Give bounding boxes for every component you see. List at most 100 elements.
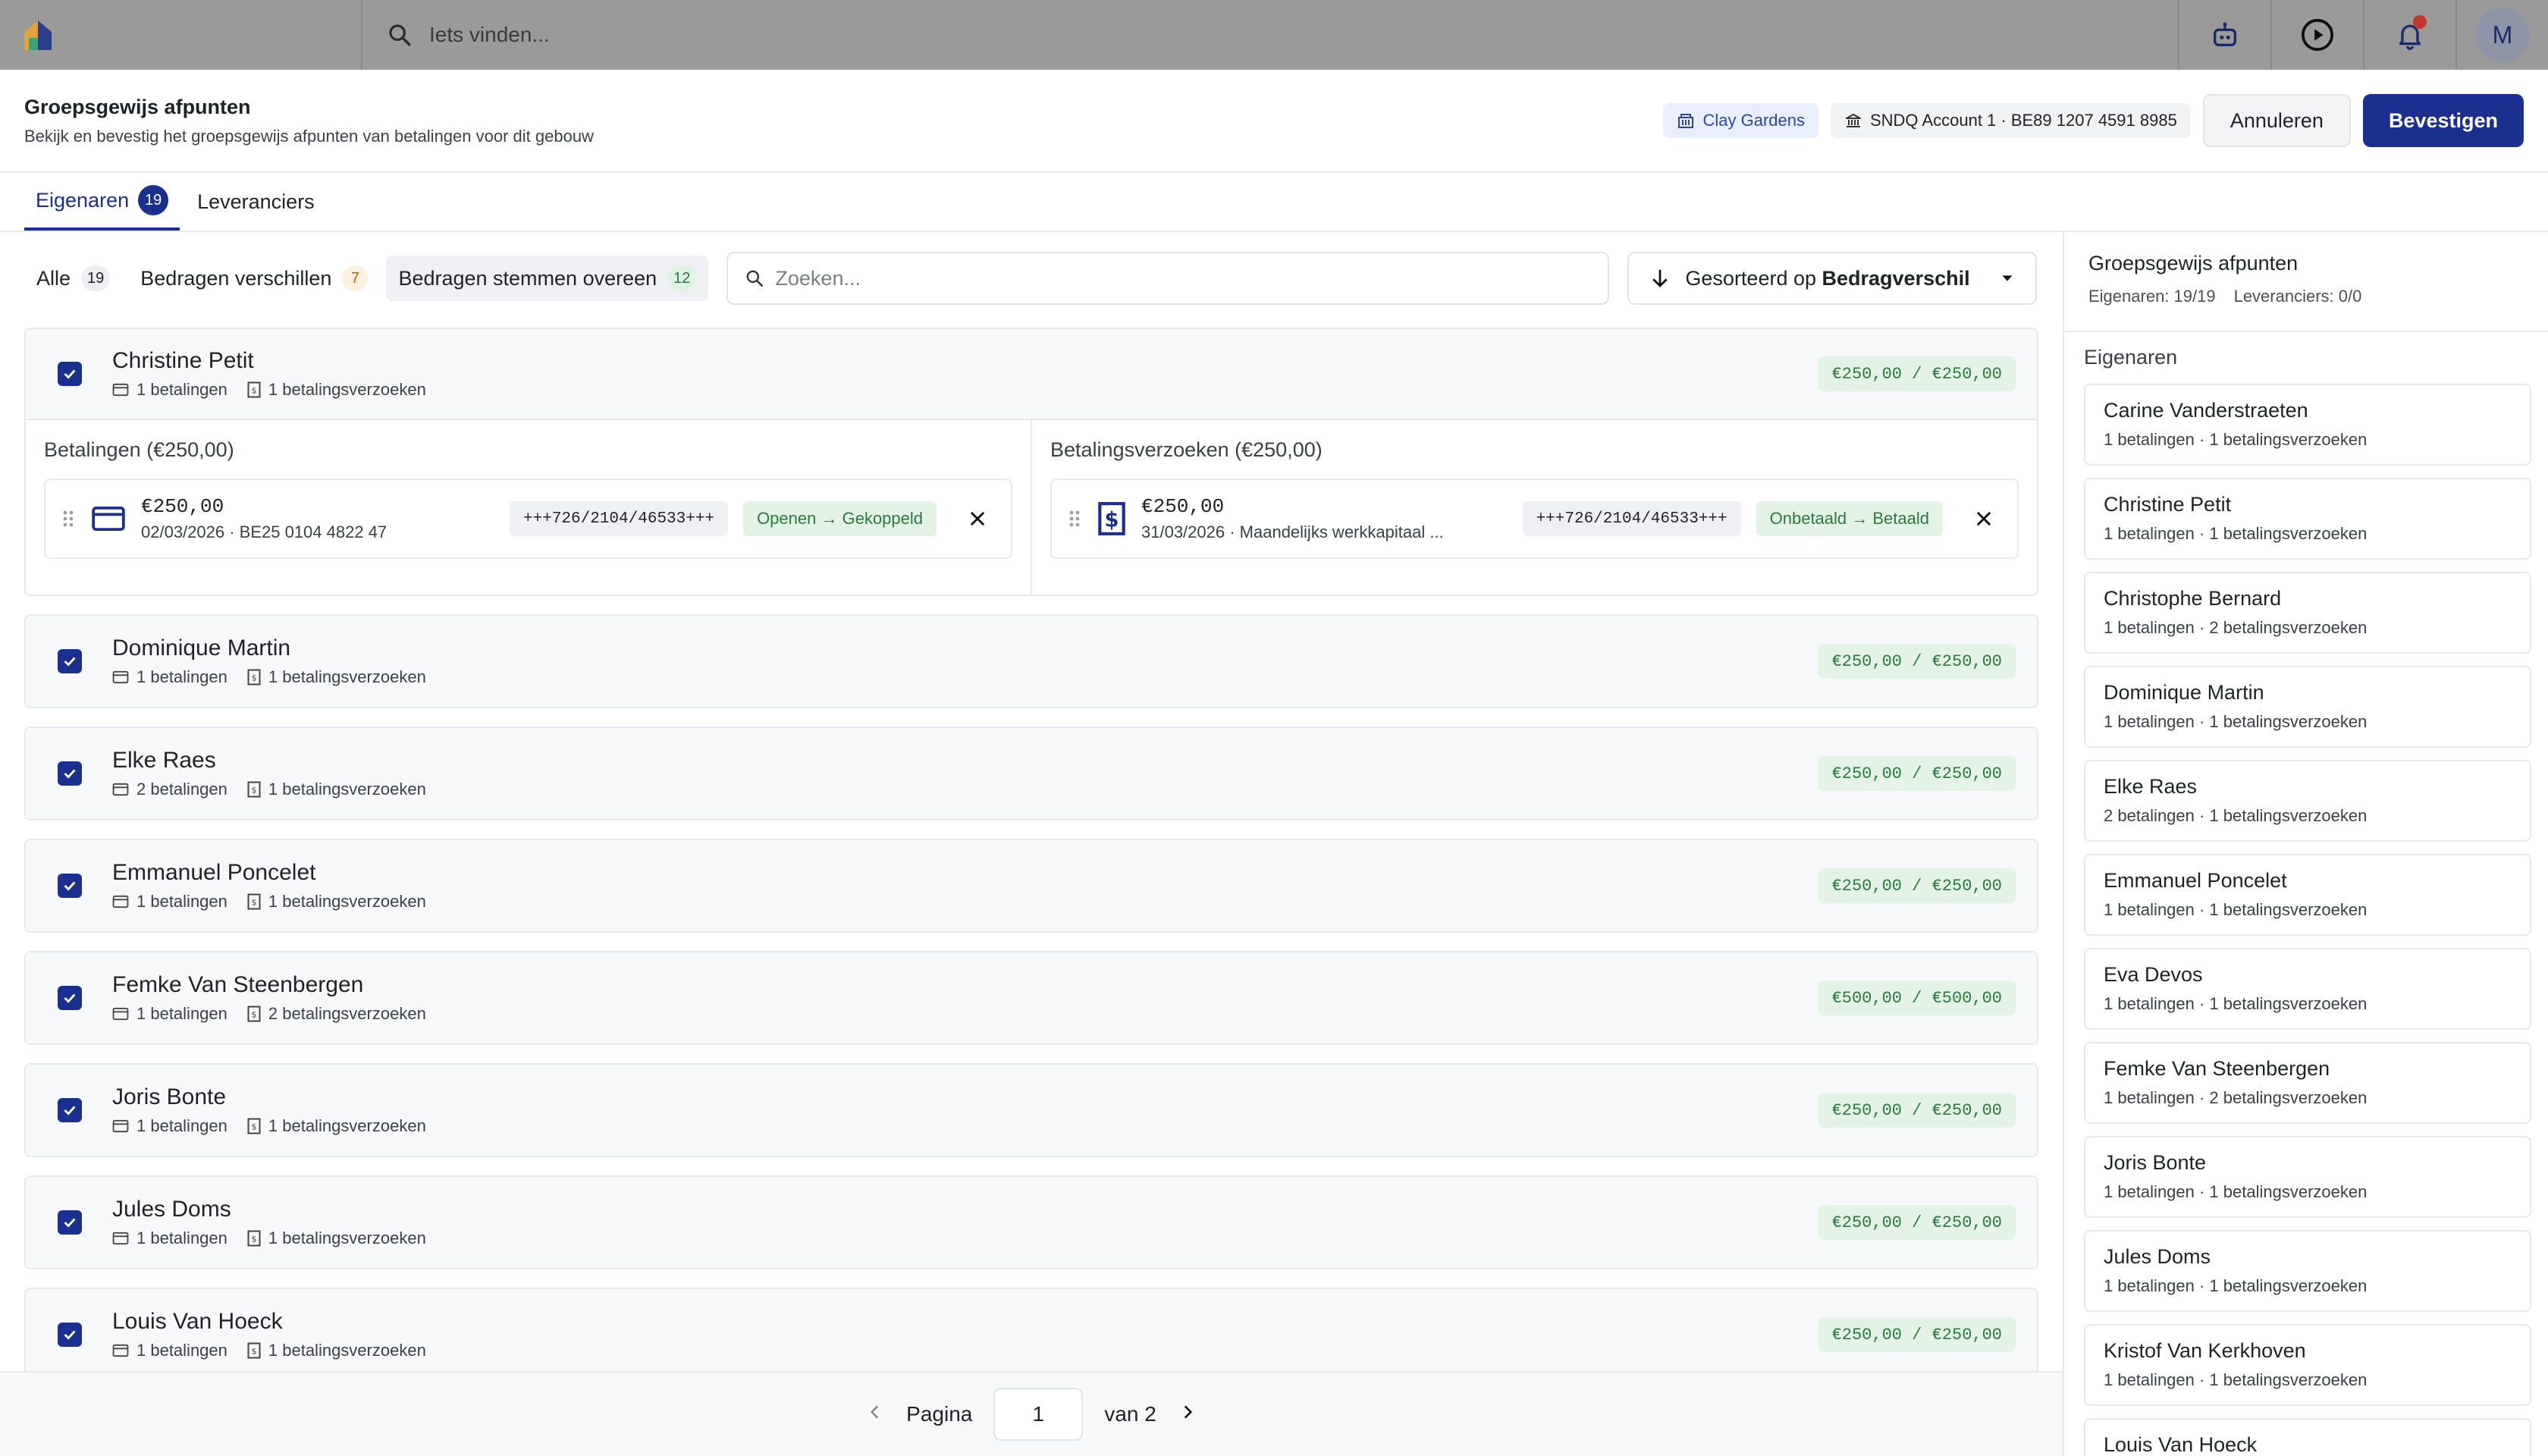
sidebar-owner-meta: 1 betalingen · 1 betalingsverzoeken bbox=[2104, 430, 2368, 449]
sidebar-owner-item[interactable]: Dominique Martin 1 betalingen · 1 betalin… bbox=[2084, 666, 2531, 748]
sidebar-owner-name: Emmanuel Poncelet bbox=[2104, 869, 2287, 892]
payments-count-label: 1 betalingen bbox=[136, 380, 228, 399]
requests-count: $1 betalingsverzoeken bbox=[247, 667, 426, 687]
owner-card-header[interactable]: Elke Raes 2 betalingen $1 betalingsverzoek… bbox=[26, 728, 2037, 819]
owner-card-header[interactable]: Joris Bonte 1 betalingen $1 betalingsverzo… bbox=[26, 1065, 2037, 1156]
house-logo-icon bbox=[24, 20, 52, 50]
close-icon bbox=[970, 511, 985, 526]
credit-card-icon bbox=[112, 1232, 129, 1245]
owner-card-header[interactable]: Christine Petit 1 betalingen $ 1 betalin… bbox=[26, 329, 2037, 420]
search-icon bbox=[389, 24, 411, 46]
sidebar-owner-item[interactable]: Kristof Van Kerkhoven 1 betalingen · 1 be… bbox=[2084, 1324, 2531, 1406]
user-menu-button[interactable]: M bbox=[2455, 0, 2548, 70]
payments-count-label: 1 betalingen bbox=[136, 667, 228, 686]
check-icon bbox=[64, 369, 76, 379]
building-chip[interactable]: Clay Gardens bbox=[1663, 103, 1818, 138]
svg-text:$: $ bbox=[251, 1122, 256, 1132]
global-search[interactable]: Iets vinden... bbox=[362, 0, 2178, 70]
owner-checkbox[interactable] bbox=[58, 649, 82, 673]
sidebar-owner-item[interactable]: Jules Doms 1 betalingen · 1 betalingsverz… bbox=[2084, 1230, 2531, 1312]
bank-icon bbox=[1845, 114, 1861, 127]
sidebar-owner-item[interactable]: Christophe Bernard 1 betalingen · 2 betal… bbox=[2084, 572, 2531, 654]
owner-card-header[interactable]: Louis Van Hoeck 1 betalingen $1 betalingsv… bbox=[26, 1289, 2037, 1371]
sidebar-owner-meta: 1 betalingen · 1 betalingsverzoeken bbox=[2104, 994, 2368, 1013]
filter-amounts-match[interactable]: Bedragen stemmen overeen 12 bbox=[386, 256, 709, 301]
sidebar-owner-item[interactable]: Emmanuel Poncelet 1 betalingen · 1 betali… bbox=[2084, 854, 2531, 936]
sidebar-owner-item[interactable]: Louis Van Hoeck1 betalingen · 1 betaling… bbox=[2084, 1418, 2531, 1456]
assistant-button[interactable] bbox=[2178, 0, 2270, 70]
invoice-icon: $ bbox=[247, 381, 261, 398]
svg-text:$: $ bbox=[251, 1235, 256, 1244]
bank-account-label: SNDQ Account 1 · BE89 1207 4591 8985 bbox=[1869, 111, 2177, 130]
requests-title: Betalingsverzoeken (€250,00) bbox=[1050, 438, 1323, 461]
page-number-input[interactable]: 1 bbox=[993, 1388, 1084, 1441]
remove-payment-button[interactable] bbox=[961, 502, 994, 535]
payments-count-label: 1 betalingen bbox=[136, 1116, 228, 1135]
confirm-button[interactable]: Bevestigen bbox=[2362, 94, 2524, 147]
credit-card-icon bbox=[112, 383, 129, 397]
app-logo[interactable] bbox=[0, 0, 362, 70]
owner-card-header[interactable]: Dominique Martin 1 betalingen $1 betalings… bbox=[26, 616, 2037, 707]
sidebar-owner-item[interactable]: Elke Raes 2 betalingen · 1 betalingsverzo… bbox=[2084, 760, 2531, 842]
filter-match-label: Bedragen stemmen overeen bbox=[398, 266, 657, 290]
requests-count-label: 2 betalingsverzoeken bbox=[268, 1004, 426, 1023]
owner-search-input[interactable]: Zoeken... bbox=[726, 252, 1610, 305]
sidebar-owner-name: Femke Van Steenbergen bbox=[2104, 1057, 2330, 1080]
invoice-icon: $ bbox=[247, 1342, 261, 1359]
owner-checkbox[interactable] bbox=[58, 1210, 82, 1235]
drag-handle-icon[interactable] bbox=[61, 507, 76, 530]
sidebar-title: Groepsgewijs afpunten bbox=[2088, 252, 2299, 275]
owner-checkbox[interactable] bbox=[58, 1323, 82, 1347]
sidebar-owner-item[interactable]: Christine Petit 1 betalingen · 1 betaling… bbox=[2084, 478, 2531, 560]
sidebar-owner-meta: 1 betalingen · 1 betalingsverzoeken bbox=[2104, 1370, 2368, 1389]
owner-card-header[interactable]: Emmanuel Poncelet 1 betalingen $1 betaling… bbox=[26, 840, 2037, 931]
owner-card: Jules Doms 1 betalingen $1 betalingsverzoe… bbox=[24, 1175, 2038, 1269]
requests-column: Betalingsverzoeken (€250,00) $ €250,00 3… bbox=[1031, 420, 2037, 595]
notification-dot bbox=[2413, 15, 2427, 29]
sidebar-owner-item[interactable]: Carine Vanderstraeten 1 betalingen · 1 be… bbox=[2084, 384, 2531, 466]
tab-owners[interactable]: Eigenaren 19 bbox=[24, 173, 180, 231]
owner-name: Dominique Martin bbox=[112, 635, 291, 661]
owner-checkbox[interactable] bbox=[58, 1098, 82, 1122]
notifications-button[interactable] bbox=[2363, 0, 2455, 70]
payments-title: Betalingen (€250,00) bbox=[44, 438, 234, 461]
filter-amounts-differ[interactable]: Bedragen verschillen 7 bbox=[128, 256, 380, 301]
requests-count-label: 1 betalingsverzoeken bbox=[268, 1341, 426, 1360]
sidebar-owner-item[interactable]: Joris Bonte 1 betalingen · 1 betalingsver… bbox=[2084, 1136, 2531, 1218]
owner-checkbox[interactable] bbox=[58, 874, 82, 898]
svg-text:$: $ bbox=[251, 1010, 256, 1020]
sidebar-owner-name: Elke Raes bbox=[2104, 775, 2198, 798]
tab-suppliers[interactable]: Leveranciers bbox=[186, 173, 326, 231]
owner-name: Christine Petit bbox=[112, 348, 254, 373]
sidebar-owner-item[interactable]: Eva Devos 1 betalingen · 1 betalingsverzo… bbox=[2084, 948, 2531, 1030]
next-page-button[interactable] bbox=[1178, 1402, 1197, 1427]
arrow-down-icon bbox=[1652, 269, 1668, 287]
owner-name: Jules Doms bbox=[112, 1197, 231, 1222]
owner-card-header[interactable]: Femke Van Steenbergen 1 betalingen $2 beta… bbox=[26, 952, 2037, 1043]
owner-checkbox[interactable] bbox=[58, 362, 82, 386]
remove-request-button[interactable] bbox=[1967, 502, 2000, 535]
owner-checkbox[interactable] bbox=[58, 761, 82, 786]
sidebar-owner-name: Kristof Van Kerkhoven bbox=[2104, 1339, 2306, 1362]
payments-count: 1 betalingen bbox=[112, 1341, 228, 1360]
owner-checkbox[interactable] bbox=[58, 986, 82, 1010]
sidebar-owner-name: Louis Van Hoeck bbox=[2104, 1433, 2258, 1456]
owner-card: Louis Van Hoeck 1 betalingen $1 betalingsv… bbox=[24, 1288, 2038, 1371]
drag-handle-icon[interactable] bbox=[1067, 507, 1082, 530]
play-tutorial-button[interactable] bbox=[2270, 0, 2363, 70]
sidebar-owner-meta: 1 betalingen · 1 betalingsverzoeken bbox=[2104, 524, 2368, 543]
page-label: Pagina bbox=[906, 1402, 973, 1426]
cancel-button[interactable]: Annuleren bbox=[2202, 94, 2351, 147]
request-status-change: Onbetaald → Betaald bbox=[1756, 501, 1943, 536]
sidebar-owner-name: Joris Bonte bbox=[2104, 1151, 2207, 1174]
payments-count: 2 betalingen bbox=[112, 780, 228, 799]
owner-card-header[interactable]: Jules Doms 1 betalingen $1 betalingsverzoe… bbox=[26, 1177, 2037, 1268]
payment-details: 02/03/2026 · BE25 0104 4822 47 bbox=[141, 522, 388, 541]
sidebar-owner-item[interactable]: Femke Van Steenbergen 1 betalingen · 2 be… bbox=[2084, 1042, 2531, 1124]
sidebar-owner-meta: 2 betalingen · 1 betalingsverzoeken bbox=[2104, 806, 2368, 825]
sidebar-section-label: Eigenaren bbox=[2084, 346, 2178, 369]
svg-text:$: $ bbox=[251, 786, 256, 795]
filter-all[interactable]: Alle 19 bbox=[24, 256, 122, 301]
sort-dropdown[interactable]: Gesorteerd op Bedragverschil bbox=[1627, 252, 2037, 305]
prev-page-button[interactable] bbox=[865, 1402, 885, 1427]
